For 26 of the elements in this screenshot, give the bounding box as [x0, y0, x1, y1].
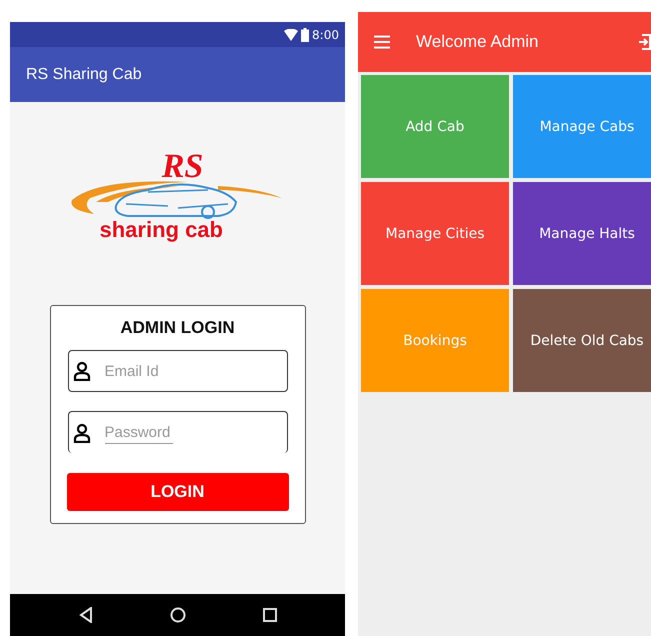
menu-icon[interactable] — [374, 35, 390, 49]
menu-tile[interactable]: Bookings — [361, 289, 509, 392]
home-icon[interactable] — [170, 607, 186, 623]
back-icon[interactable] — [78, 607, 92, 623]
person-icon — [72, 361, 90, 381]
menu-tile[interactable]: Manage Cities — [361, 182, 509, 285]
clock-time: 8:00 — [312, 28, 339, 42]
input-field[interactable]: Password — [68, 411, 288, 453]
card-heading: ADMIN LOGIN — [120, 318, 235, 338]
menu-tile[interactable]: Manage Cabs — [513, 75, 651, 178]
input-field[interactable]: Email Id — [68, 350, 288, 392]
person-icon — [72, 422, 90, 442]
text-input[interactable]: Email Id — [104, 360, 244, 382]
menu-tile[interactable]: Manage Halts — [513, 182, 651, 285]
recents-icon[interactable] — [262, 608, 276, 622]
app-title: RS Sharing Cab — [26, 66, 142, 84]
text-input[interactable]: Password — [104, 422, 172, 444]
menu-tile[interactable]: Delete Old Cabs — [513, 289, 651, 392]
wifi-icon — [284, 28, 298, 40]
login-button[interactable]: LOGIN — [66, 473, 288, 511]
exit-icon[interactable] — [637, 34, 651, 50]
battery-icon — [301, 28, 310, 42]
menu-tile[interactable]: Add Cab — [361, 75, 509, 178]
logo-text: sharing cab — [100, 218, 223, 242]
logo-text: RS — [162, 150, 204, 184]
app-title: Welcome Admin — [416, 32, 540, 52]
